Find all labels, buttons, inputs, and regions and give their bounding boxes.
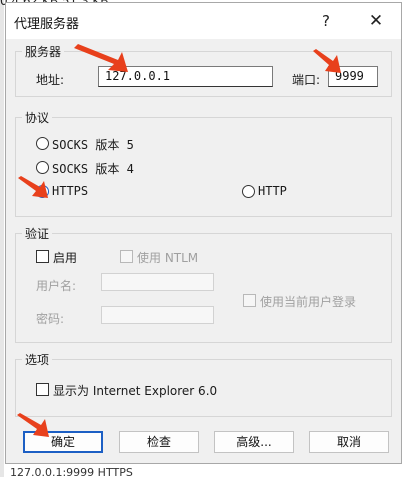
port-label: 端口:: [292, 73, 321, 87]
enable-auth-label[interactable]: 启用: [53, 249, 77, 266]
use-ntlm-checkbox[interactable]: [120, 250, 133, 263]
close-button[interactable]: ✕: [361, 7, 391, 35]
protocol-group-legend: 协议: [25, 111, 50, 125]
cancel-button[interactable]: 取消: [309, 431, 389, 453]
address-input[interactable]: 127.0.0.1: [98, 66, 273, 87]
use-current-user-label: 使用当前用户登录: [260, 295, 357, 309]
socks4-label[interactable]: SOCKS 版本 4: [52, 160, 134, 177]
http-radio[interactable]: [242, 185, 255, 198]
password-label: 密码:: [36, 312, 65, 326]
proxy-server-dialog: 代理服务器 ? ✕ 服务器 地址: 127.0.0.1 端口: 9999 协议 …: [5, 2, 402, 464]
server-group-legend: 服务器: [25, 45, 62, 59]
show-as-ie-label[interactable]: 显示为 Internet Explorer 6.0: [53, 382, 217, 399]
options-group-legend: 选项: [25, 353, 50, 367]
socks5-radio[interactable]: [36, 137, 49, 150]
ok-button[interactable]: 确定: [23, 431, 103, 453]
use-current-user-checkbox[interactable]: [243, 294, 256, 307]
auth-group-legend: 验证: [25, 227, 50, 241]
https-radio[interactable]: [36, 185, 49, 198]
https-label[interactable]: HTTPS: [52, 184, 88, 198]
socks4-radio[interactable]: [36, 161, 49, 174]
dialog-title: 代理服务器: [14, 17, 80, 32]
enable-auth-checkbox[interactable]: [36, 250, 49, 263]
socks5-label[interactable]: SOCKS 版本 5: [52, 136, 134, 153]
background-window-edge: [0, 0, 4, 477]
check-button[interactable]: 检查: [119, 431, 199, 453]
port-input[interactable]: 9999: [328, 66, 378, 87]
http-label[interactable]: HTTP: [258, 184, 287, 198]
password-input[interactable]: [101, 306, 214, 324]
advanced-button[interactable]: 高级...: [214, 431, 294, 453]
username-label: 用户名:: [36, 279, 77, 293]
title-bar: 代理服务器 ? ✕: [6, 3, 401, 39]
address-label: 地址:: [36, 73, 65, 87]
use-ntlm-label: 使用 NTLM: [137, 251, 199, 265]
help-button[interactable]: ?: [311, 7, 341, 35]
show-as-ie-checkbox[interactable]: [36, 383, 49, 396]
background-status-text: 127.0.0.1:9999 HTTPS: [10, 466, 133, 479]
username-input[interactable]: [101, 273, 214, 291]
